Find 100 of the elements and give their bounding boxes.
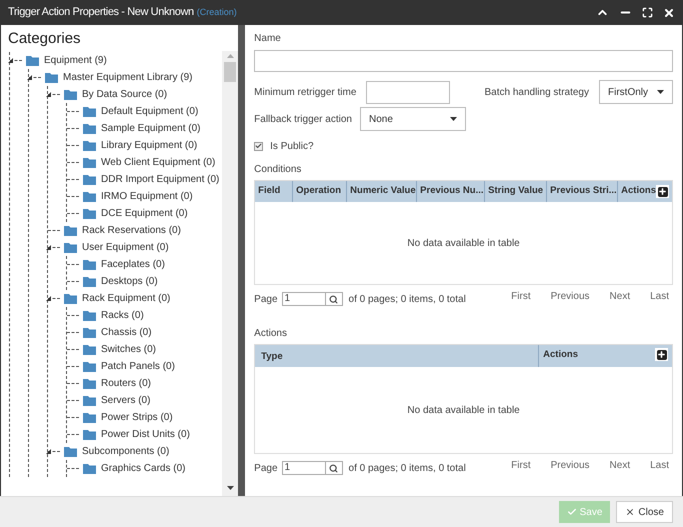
tree-item-label[interactable]: Master Equipment Library (9) (63, 70, 192, 85)
pager-link[interactable]: Last (650, 289, 669, 304)
collapse-arrow-icon[interactable] (8, 58, 13, 63)
collapse-arrow-icon[interactable] (46, 449, 51, 454)
dropdown[interactable]: None (360, 107, 466, 131)
caret-icon (657, 90, 664, 94)
collapse-arrow-icon[interactable] (46, 92, 51, 97)
folder-icon (83, 140, 96, 151)
tree-item-label[interactable]: User Equipment (0) (82, 240, 169, 255)
collapse-arrow-icon[interactable] (27, 75, 32, 80)
pager-link[interactable]: First (511, 289, 531, 304)
close-button[interactable]: Close (616, 501, 673, 523)
folder-icon (83, 395, 96, 406)
folder-icon (83, 378, 96, 389)
tree-item-label[interactable]: Racks (0) (101, 308, 144, 323)
pager-link[interactable]: Previous (550, 289, 590, 304)
name-field[interactable] (254, 50, 673, 72)
folder-icon (26, 55, 39, 66)
tree-item-label[interactable]: Chassis (0) (101, 325, 152, 340)
field-label: Minimum retrigger time (254, 86, 356, 100)
page-label: Page (254, 292, 278, 306)
search-icon (329, 294, 338, 304)
folder-icon (83, 174, 96, 185)
column-header: Numeric Value (350, 184, 416, 198)
page-label: Page (254, 462, 278, 476)
tree-item-label[interactable]: Patch Panels (0) (101, 359, 175, 374)
page-input[interactable]: 1 (282, 292, 326, 306)
scrollbar[interactable] (222, 51, 238, 496)
tree-item-label[interactable]: Power Dist Units (0) (101, 427, 190, 442)
tree-item-label[interactable]: Desktops (0) (101, 274, 158, 289)
folder-icon (83, 259, 96, 270)
folder-icon (83, 361, 96, 372)
tree-item-label[interactable]: Subcomponents (0) (82, 444, 170, 459)
field-label: Batch handling strategy (484, 86, 589, 100)
caret-icon (450, 117, 457, 121)
folder-icon (83, 123, 96, 134)
add-button[interactable] (655, 348, 668, 361)
field-label: Fallback trigger action (254, 112, 352, 126)
folder-icon (83, 327, 96, 338)
folder-icon (83, 463, 96, 474)
tree-item-label[interactable]: Rack Equipment (0) (82, 291, 170, 306)
folder-icon (83, 276, 96, 287)
section-title: Actions (254, 327, 288, 341)
collapse-arrow-icon[interactable] (46, 296, 51, 301)
tree-item-label[interactable]: By Data Source (0) (82, 87, 168, 102)
pager-link[interactable]: First (511, 458, 531, 473)
pager-link[interactable]: Previous (550, 458, 590, 473)
folder-icon (64, 242, 77, 253)
pager-link[interactable]: Last (650, 458, 669, 473)
tree-item-label[interactable]: Faceplates (0) (101, 257, 165, 272)
retrigger-time-field[interactable] (366, 80, 450, 104)
tree-item-label[interactable]: Servers (0) (101, 393, 150, 408)
tree-item-label[interactable]: Power Strips (0) (101, 410, 173, 425)
splitter[interactable] (238, 25, 246, 496)
column-header: Actions (543, 348, 578, 362)
pager-link[interactable]: Next (610, 289, 630, 304)
checkbox[interactable] (254, 142, 264, 150)
pager-summary: of 0 pages; 0 items, 0 total (348, 292, 466, 306)
search-button[interactable] (326, 461, 343, 475)
maximize-icon[interactable] (642, 7, 653, 18)
folder-icon (45, 72, 58, 83)
tree-item-label[interactable]: IRMO Equipment (0) (101, 189, 193, 204)
folder-icon (83, 310, 96, 321)
folder-icon (64, 225, 77, 236)
column-header: Previous Nu... (420, 184, 484, 198)
close-icon[interactable] (663, 6, 675, 18)
folder-icon (64, 89, 77, 100)
search-button[interactable] (326, 292, 343, 306)
folder-icon (83, 429, 96, 440)
folder-icon (64, 293, 77, 304)
folder-icon (83, 157, 96, 168)
tree-item-label[interactable]: Switches (0) (101, 342, 156, 357)
window-subtitle: (Creation) (196, 6, 237, 19)
page-input[interactable]: 1 (282, 461, 326, 475)
dropdown[interactable]: FirstOnly (599, 80, 673, 104)
tree-item-label[interactable]: DCE Equipment (0) (101, 206, 188, 221)
add-button[interactable] (656, 185, 669, 198)
column-header: Actions (621, 184, 656, 198)
scroll-down-icon[interactable] (226, 486, 234, 490)
field-label: Name (254, 32, 282, 46)
checkbox-label: Is Public? (270, 140, 314, 154)
folder-icon (64, 446, 77, 457)
tree-item-label[interactable]: Library Equipment (0) (101, 138, 198, 153)
section-title: Conditions (254, 163, 302, 177)
tree-item-label[interactable]: Sample Equipment (0) (101, 121, 200, 136)
tree-item-label[interactable]: DDR Import Equipment (0) (101, 172, 220, 187)
plus-icon (657, 350, 666, 359)
tree-item-label[interactable]: Default Equipment (0) (101, 104, 198, 119)
scrollbar-thumb[interactable] (224, 62, 236, 82)
tree-item-label[interactable]: Web Client Equipment (0) (101, 155, 216, 170)
column-header: Field (258, 184, 280, 198)
tree-item-label[interactable]: Equipment (9) (44, 53, 107, 68)
pager-link[interactable]: Next (610, 458, 630, 473)
tree-item-label[interactable]: Routers (0) (101, 376, 152, 391)
tree-item-label[interactable]: Graphics Cards (0) (101, 461, 186, 476)
column-header: Operation (296, 184, 342, 198)
tree-item-label[interactable]: Rack Reservations (0) (82, 223, 181, 238)
collapse-arrow-icon[interactable] (46, 245, 51, 250)
folder-icon (83, 208, 96, 219)
empty-message: No data available in table (406, 404, 521, 418)
